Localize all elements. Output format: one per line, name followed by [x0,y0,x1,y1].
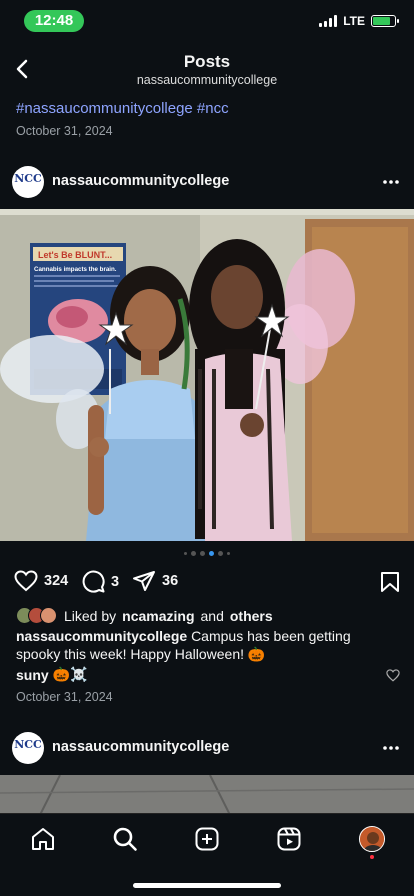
status-time: 12:48 [24,10,84,32]
avatar[interactable]: NCC [12,732,44,764]
comment-heart-icon[interactable] [386,669,400,682]
carousel-dot [218,551,223,556]
carousel-dot [191,551,196,556]
page-subtitle[interactable]: nassaucommunitycollege [0,73,414,87]
more-options-icon[interactable] [382,174,400,190]
post-caption: nassaucommunitycollege Campus has been g… [16,627,396,663]
carousel-indicator [0,551,414,556]
status-indicators: LTE [319,14,399,28]
liked-by[interactable]: Liked by ncamazing and others [16,607,273,624]
signal-icon [319,15,338,27]
liked-by-user[interactable]: ncamazing [122,608,194,624]
next-post-header: NCC nassaucommunitycollege [0,728,414,768]
carousel-dot [200,551,205,556]
caption-username[interactable]: nassaucommunitycollege [16,628,187,644]
carousel-dot [184,552,187,555]
comment-preview[interactable]: suny 🎃☠️ [16,666,88,683]
next-post-image[interactable] [0,775,414,815]
network-label: LTE [343,14,365,28]
profile-image [360,827,384,851]
liker-avatars [16,607,57,624]
reels-icon[interactable] [276,826,302,852]
comment-icon [82,570,105,593]
post-username[interactable]: nassaucommunitycollege [52,173,229,189]
share-icon [133,571,155,591]
notification-dot [370,855,374,859]
page-title: Posts [183,52,231,71]
poster-title: Let's Be BLUNT... [38,250,112,260]
comment-count: 3 [111,573,120,590]
like-count: 324 [44,573,69,589]
hashtags-link[interactable]: #nassaucommunitycollege #ncc [16,100,229,117]
comment-username[interactable]: suny [16,667,49,683]
comment-button[interactable]: 3 [82,570,119,593]
poster-subtitle: Cannabis impacts the brain. [34,266,117,273]
header: Posts nassaucommunitycollege [0,44,414,96]
post-date: October 31, 2024 [16,690,113,704]
carousel-dot [209,551,214,556]
carousel-dot [227,552,230,555]
create-icon[interactable] [194,826,220,852]
post-header: NCC nassaucommunitycollege [0,162,414,202]
previous-post-date: October 31, 2024 [16,124,113,138]
home-indicator [133,883,281,888]
bookmark-icon[interactable] [380,571,400,593]
comment-text: 🎃☠️ [52,666,88,682]
battery-icon [371,15,399,27]
profile-avatar[interactable] [359,826,385,852]
share-button[interactable]: 36 [132,570,178,592]
next-post-username[interactable]: nassaucommunitycollege [52,739,229,755]
post-actions: 324 3 36 [0,568,414,596]
search-icon[interactable] [112,826,138,852]
share-count: 36 [162,573,179,589]
home-icon[interactable] [30,826,56,852]
like-button[interactable]: 324 [14,570,68,592]
avatar[interactable]: NCC [12,166,44,198]
heart-icon [14,570,38,592]
more-options-icon[interactable] [382,740,400,756]
post-photo: Let's Be BLUNT... Cannabis impacts the b… [0,209,414,541]
tab-bar [0,813,414,896]
liked-by-others[interactable]: others [230,608,273,624]
post-image[interactable]: Let's Be BLUNT... Cannabis impacts the b… [0,209,414,541]
next-post-photo [0,775,414,815]
status-bar: 12:48 LTE [0,0,414,44]
